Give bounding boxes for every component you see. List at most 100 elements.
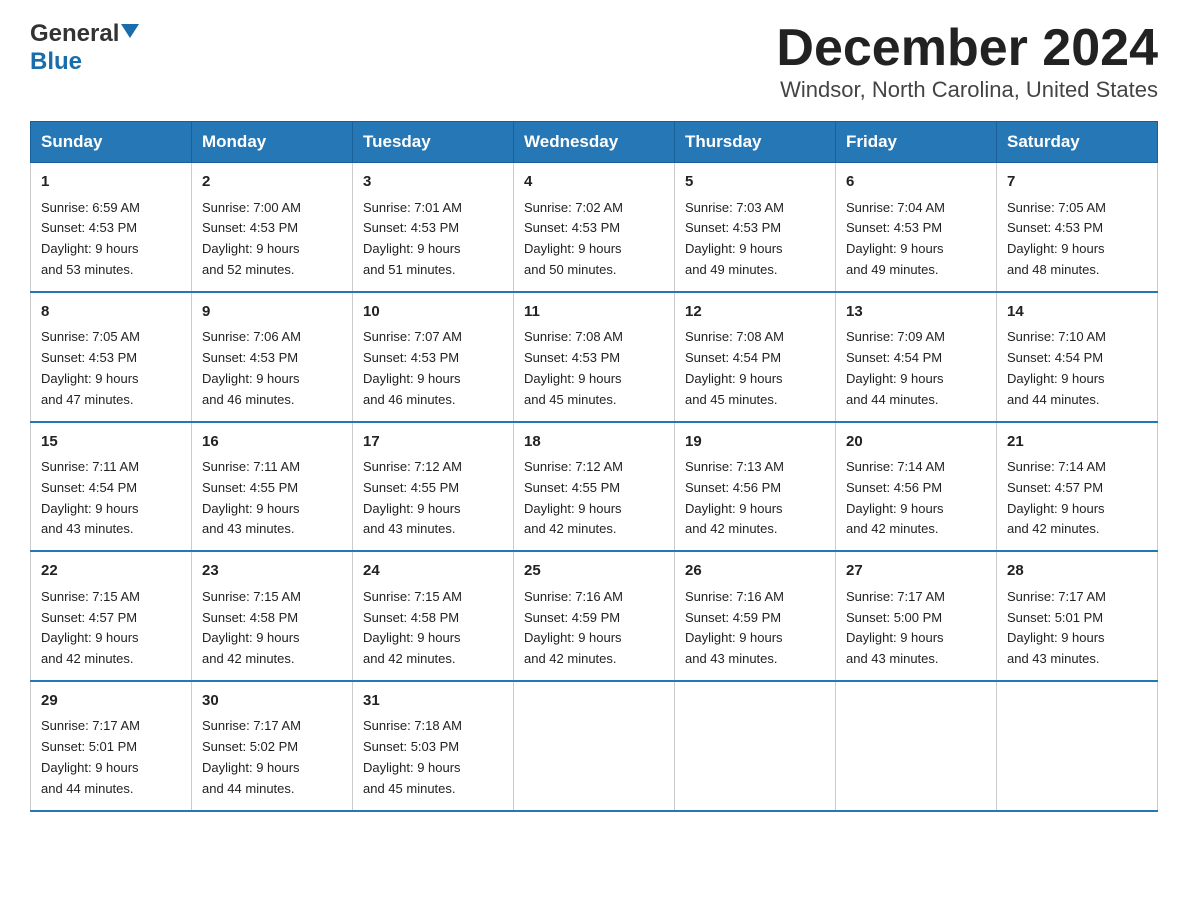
page-header: General Blue December 2024 Windsor, Nort… bbox=[30, 20, 1158, 103]
day-number: 23 bbox=[202, 560, 342, 583]
page-title: December 2024 bbox=[776, 20, 1158, 77]
calendar-cell: 23 Sunrise: 7:15 AMSunset: 4:58 PMDayligh… bbox=[192, 551, 353, 681]
day-info: Sunrise: 7:08 AMSunset: 4:53 PMDaylight:… bbox=[524, 327, 664, 410]
calendar-cell: 9 Sunrise: 7:06 AMSunset: 4:53 PMDaylight… bbox=[192, 292, 353, 422]
calendar-cell: 17Sunrise: 7:12 AMSunset: 4:55 PMDayligh… bbox=[353, 422, 514, 552]
day-number: 8 bbox=[41, 301, 181, 324]
day-info: Sunrise: 7:07 AMSunset: 4:53 PMDaylight:… bbox=[363, 327, 503, 410]
day-info: Sunrise: 7:06 AMSunset: 4:53 PMDaylight:… bbox=[202, 327, 342, 410]
day-info: Sunrise: 7:15 AMSunset: 4:58 PMDaylight:… bbox=[202, 587, 342, 670]
day-info: Sunrise: 7:14 AMSunset: 4:57 PMDaylight:… bbox=[1007, 457, 1147, 540]
calendar-cell: 30 Sunrise: 7:17 AMSunset: 5:02 PMDayligh… bbox=[192, 681, 353, 811]
day-number: 29 bbox=[41, 690, 181, 713]
day-number: 13 bbox=[846, 301, 986, 324]
calendar-cell: 11Sunrise: 7:08 AMSunset: 4:53 PMDayligh… bbox=[514, 292, 675, 422]
day-info: Sunrise: 7:18 AMSunset: 5:03 PMDaylight:… bbox=[363, 716, 503, 799]
calendar-cell: 24 Sunrise: 7:15 AMSunset: 4:58 PMDayligh… bbox=[353, 551, 514, 681]
day-number: 3 bbox=[363, 171, 503, 194]
day-info: Sunrise: 7:00 AMSunset: 4:53 PMDaylight:… bbox=[202, 198, 342, 281]
day-number: 21 bbox=[1007, 431, 1147, 454]
calendar-cell: 27 Sunrise: 7:17 AMSunset: 5:00 PMDayligh… bbox=[836, 551, 997, 681]
logo: General Blue bbox=[30, 20, 139, 76]
calendar-week-5: 29Sunrise: 7:17 AMSunset: 5:01 PMDayligh… bbox=[31, 681, 1158, 811]
calendar-week-4: 22Sunrise: 7:15 AMSunset: 4:57 PMDayligh… bbox=[31, 551, 1158, 681]
day-info: Sunrise: 7:17 AMSunset: 5:01 PMDaylight:… bbox=[1007, 587, 1147, 670]
calendar-cell: 31 Sunrise: 7:18 AMSunset: 5:03 PMDayligh… bbox=[353, 681, 514, 811]
calendar-cell: 3Sunrise: 7:01 AMSunset: 4:53 PMDaylight… bbox=[353, 163, 514, 292]
day-info: Sunrise: 7:17 AMSunset: 5:00 PMDaylight:… bbox=[846, 587, 986, 670]
day-info: Sunrise: 7:10 AMSunset: 4:54 PMDaylight:… bbox=[1007, 327, 1147, 410]
logo-general-text: General bbox=[30, 20, 119, 48]
day-info: Sunrise: 7:08 AMSunset: 4:54 PMDaylight:… bbox=[685, 327, 825, 410]
day-number: 17 bbox=[363, 431, 503, 454]
calendar-table: SundayMondayTuesdayWednesdayThursdayFrid… bbox=[30, 121, 1158, 811]
day-info: Sunrise: 7:03 AMSunset: 4:53 PMDaylight:… bbox=[685, 198, 825, 281]
day-info: Sunrise: 6:59 AMSunset: 4:53 PMDaylight:… bbox=[41, 198, 181, 281]
day-info: Sunrise: 7:11 AMSunset: 4:55 PMDaylight:… bbox=[202, 457, 342, 540]
day-number: 9 bbox=[202, 301, 342, 324]
day-number: 26 bbox=[685, 560, 825, 583]
day-info: Sunrise: 7:02 AMSunset: 4:53 PMDaylight:… bbox=[524, 198, 664, 281]
day-info: Sunrise: 7:05 AMSunset: 4:53 PMDaylight:… bbox=[1007, 198, 1147, 281]
calendar-cell bbox=[514, 681, 675, 811]
day-number: 6 bbox=[846, 171, 986, 194]
day-info: Sunrise: 7:09 AMSunset: 4:54 PMDaylight:… bbox=[846, 327, 986, 410]
days-of-week-row: SundayMondayTuesdayWednesdayThursdayFrid… bbox=[31, 122, 1158, 163]
day-number: 30 bbox=[202, 690, 342, 713]
day-info: Sunrise: 7:14 AMSunset: 4:56 PMDaylight:… bbox=[846, 457, 986, 540]
logo-blue-text: Blue bbox=[30, 48, 82, 75]
calendar-cell: 29Sunrise: 7:17 AMSunset: 5:01 PMDayligh… bbox=[31, 681, 192, 811]
day-number: 24 bbox=[363, 560, 503, 583]
calendar-cell: 4Sunrise: 7:02 AMSunset: 4:53 PMDaylight… bbox=[514, 163, 675, 292]
day-number: 1 bbox=[41, 171, 181, 194]
calendar-cell bbox=[836, 681, 997, 811]
calendar-cell: 26 Sunrise: 7:16 AMSunset: 4:59 PMDayligh… bbox=[675, 551, 836, 681]
calendar-cell bbox=[675, 681, 836, 811]
day-info: Sunrise: 7:11 AMSunset: 4:54 PMDaylight:… bbox=[41, 457, 181, 540]
day-info: Sunrise: 7:13 AMSunset: 4:56 PMDaylight:… bbox=[685, 457, 825, 540]
day-info: Sunrise: 7:12 AMSunset: 4:55 PMDaylight:… bbox=[524, 457, 664, 540]
day-number: 14 bbox=[1007, 301, 1147, 324]
calendar-week-2: 8 Sunrise: 7:05 AMSunset: 4:53 PMDaylight… bbox=[31, 292, 1158, 422]
day-number: 10 bbox=[363, 301, 503, 324]
calendar-cell: 18Sunrise: 7:12 AMSunset: 4:55 PMDayligh… bbox=[514, 422, 675, 552]
day-number: 28 bbox=[1007, 560, 1147, 583]
calendar-cell: 7Sunrise: 7:05 AMSunset: 4:53 PMDaylight… bbox=[997, 163, 1158, 292]
calendar-week-1: 1 Sunrise: 6:59 AMSunset: 4:53 PMDaylight… bbox=[31, 163, 1158, 292]
day-info: Sunrise: 7:17 AMSunset: 5:02 PMDaylight:… bbox=[202, 716, 342, 799]
day-header-sunday: Sunday bbox=[31, 122, 192, 163]
logo-triangle-icon bbox=[121, 24, 139, 38]
calendar-cell: 12 Sunrise: 7:08 AMSunset: 4:54 PMDayligh… bbox=[675, 292, 836, 422]
calendar-cell: 10 Sunrise: 7:07 AMSunset: 4:53 PMDayligh… bbox=[353, 292, 514, 422]
page-subtitle: Windsor, North Carolina, United States bbox=[776, 77, 1158, 103]
day-number: 2 bbox=[202, 171, 342, 194]
calendar-header: SundayMondayTuesdayWednesdayThursdayFrid… bbox=[31, 122, 1158, 163]
day-number: 20 bbox=[846, 431, 986, 454]
day-number: 12 bbox=[685, 301, 825, 324]
calendar-cell: 28 Sunrise: 7:17 AMSunset: 5:01 PMDayligh… bbox=[997, 551, 1158, 681]
day-info: Sunrise: 7:04 AMSunset: 4:53 PMDaylight:… bbox=[846, 198, 986, 281]
calendar-cell: 19Sunrise: 7:13 AMSunset: 4:56 PMDayligh… bbox=[675, 422, 836, 552]
day-info: Sunrise: 7:16 AMSunset: 4:59 PMDaylight:… bbox=[685, 587, 825, 670]
calendar-cell bbox=[997, 681, 1158, 811]
calendar-cell: 13 Sunrise: 7:09 AMSunset: 4:54 PMDayligh… bbox=[836, 292, 997, 422]
day-header-thursday: Thursday bbox=[675, 122, 836, 163]
day-header-tuesday: Tuesday bbox=[353, 122, 514, 163]
day-info: Sunrise: 7:15 AMSunset: 4:57 PMDaylight:… bbox=[41, 587, 181, 670]
day-number: 25 bbox=[524, 560, 664, 583]
day-header-friday: Friday bbox=[836, 122, 997, 163]
day-number: 31 bbox=[363, 690, 503, 713]
day-info: Sunrise: 7:16 AMSunset: 4:59 PMDaylight:… bbox=[524, 587, 664, 670]
calendar-cell: 25 Sunrise: 7:16 AMSunset: 4:59 PMDayligh… bbox=[514, 551, 675, 681]
day-number: 5 bbox=[685, 171, 825, 194]
calendar-cell: 5 Sunrise: 7:03 AMSunset: 4:53 PMDaylight… bbox=[675, 163, 836, 292]
calendar-cell: 2 Sunrise: 7:00 AMSunset: 4:53 PMDaylight… bbox=[192, 163, 353, 292]
day-number: 16 bbox=[202, 431, 342, 454]
calendar-cell: 14 Sunrise: 7:10 AMSunset: 4:54 PMDayligh… bbox=[997, 292, 1158, 422]
day-number: 27 bbox=[846, 560, 986, 583]
calendar-cell: 21 Sunrise: 7:14 AMSunset: 4:57 PMDayligh… bbox=[997, 422, 1158, 552]
calendar-body: 1 Sunrise: 6:59 AMSunset: 4:53 PMDaylight… bbox=[31, 163, 1158, 811]
day-info: Sunrise: 7:15 AMSunset: 4:58 PMDaylight:… bbox=[363, 587, 503, 670]
day-info: Sunrise: 7:05 AMSunset: 4:53 PMDaylight:… bbox=[41, 327, 181, 410]
calendar-cell: 1 Sunrise: 6:59 AMSunset: 4:53 PMDaylight… bbox=[31, 163, 192, 292]
